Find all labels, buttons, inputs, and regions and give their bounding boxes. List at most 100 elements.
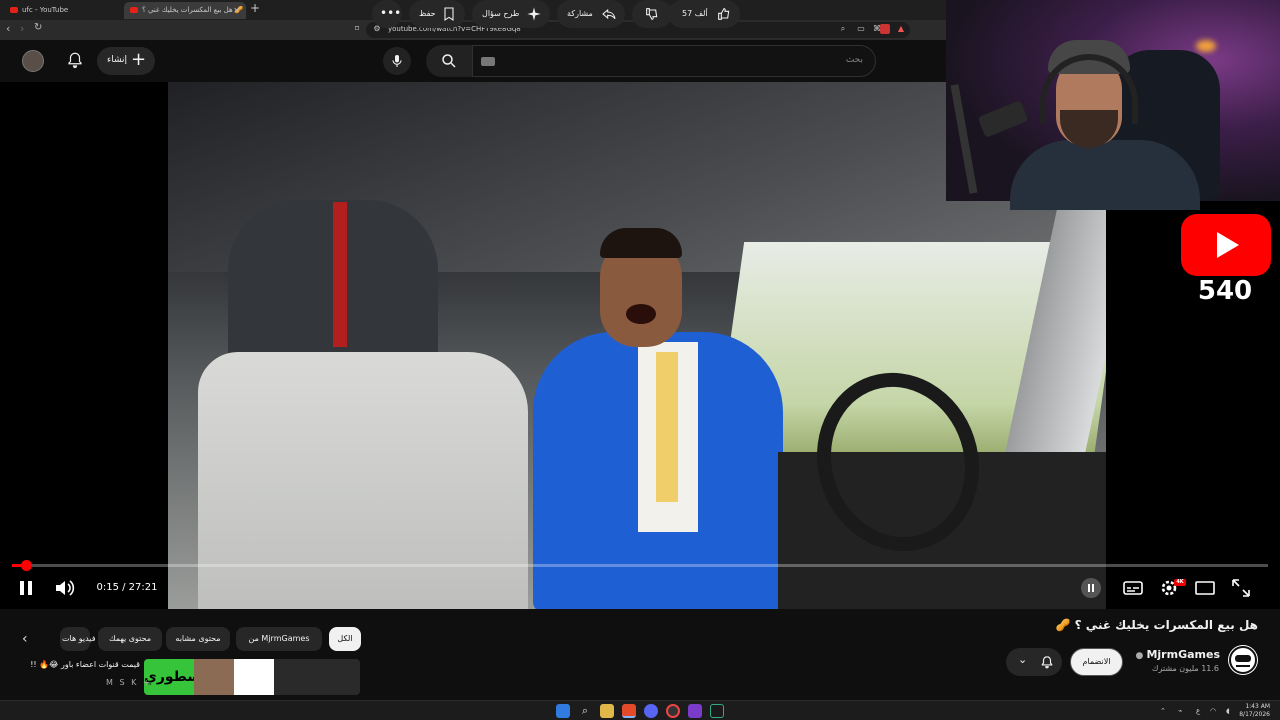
wall-lamp <box>1196 40 1216 52</box>
related-video-channel: M S K + <box>106 678 152 687</box>
account-avatar[interactable] <box>22 50 44 72</box>
dislike-icon <box>646 8 658 20</box>
ask-button[interactable]: طرح سؤال <box>472 0 550 28</box>
video-title: هل بيع المكسرات يخليك غني ؟ 🥜 <box>1055 618 1258 632</box>
share-button[interactable]: مشاركة <box>557 0 625 28</box>
save-label: حفظ <box>419 9 436 18</box>
speaker-icon[interactable]: ◖ <box>1226 707 1230 715</box>
zoom-icon[interactable]: ⌕ <box>838 24 848 34</box>
like-icon[interactable] <box>716 6 732 22</box>
voice-search-button[interactable] <box>383 47 411 75</box>
notifications-bell-icon[interactable] <box>66 51 84 69</box>
chip-similar[interactable]: محتوى مشابه <box>166 627 230 651</box>
tray-chevron-icon[interactable]: ⌃ <box>1160 707 1166 715</box>
share-label: مشاركة <box>567 9 593 18</box>
channel-name[interactable]: ● MjrmGames <box>1135 648 1220 661</box>
like-dislike-group: 57 ألف <box>668 0 740 28</box>
save-button[interactable]: حفظ <box>409 0 465 28</box>
verified-badge-icon: ● <box>1135 651 1147 661</box>
system-clock[interactable]: 1:43 AM 8/17/2026 <box>1239 703 1270 719</box>
tab-label: هل بيع المكسرات يخليك غني ؟ 🥜 - <box>142 6 246 14</box>
subscriber-count: 11.6 مليون مشترك <box>1151 664 1219 673</box>
subscriber-counter: 540 <box>1197 276 1253 306</box>
microphone-icon <box>392 55 402 67</box>
thumb-logo <box>234 659 274 695</box>
ask-label: طرح سؤال <box>482 9 520 18</box>
discord-icon[interactable] <box>644 704 658 718</box>
channel-avatar[interactable] <box>1228 645 1258 675</box>
thumb-legendary-text: اسطوري <box>144 659 206 695</box>
related-video-thumbnail[interactable]: اسطوري <box>144 659 360 695</box>
dislike-button[interactable] <box>632 0 672 28</box>
time-display: 0:15 / 27:21 <box>88 574 166 602</box>
sparkle-icon <box>527 7 541 21</box>
search-button[interactable] <box>426 45 472 77</box>
clock-date: 8/17/2026 <box>1239 711 1270 718</box>
seat-red-stripe <box>333 202 347 347</box>
youtube-favicon-icon <box>10 7 18 13</box>
channel-logo-icon <box>1229 646 1257 674</box>
pause-icon[interactable] <box>17 578 35 598</box>
youtube-logo-icon <box>1181 214 1271 276</box>
keyboard-icon[interactable] <box>481 57 495 66</box>
bell-icon <box>1041 656 1053 669</box>
chip-all[interactable]: الكل <box>329 627 361 651</box>
progress-bar[interactable] <box>12 560 1268 571</box>
address-bar: ‹ › ↻ ⌑ ⚙ youtube.com/watch?v=CHFT9ke8Gq… <box>0 20 946 40</box>
create-button[interactable]: إنشاء + <box>97 47 155 75</box>
brave-shield-icon[interactable] <box>880 24 890 34</box>
tab-current-video[interactable]: هل بيع المكسرات يخليك غني ؟ 🥜 - ✕ <box>124 2 246 19</box>
more-icon: ••• <box>380 6 402 20</box>
chip-videos[interactable]: فيديو هات <box>60 627 96 651</box>
back-icon[interactable]: ‹ <box>6 22 10 35</box>
new-tab-button[interactable]: + <box>250 1 260 15</box>
volume-icon[interactable] <box>54 578 76 598</box>
chip-from-channel[interactable]: من MjrmGames <box>236 627 322 651</box>
theater-mode-icon[interactable] <box>1194 577 1216 599</box>
join-button[interactable]: الانضمام <box>1070 648 1123 676</box>
create-label: إنشاء <box>107 55 128 65</box>
network-icon[interactable]: ⌁ <box>1178 707 1182 715</box>
premiere-icon[interactable] <box>688 704 702 718</box>
related-video-title[interactable]: قيمت قنوات اعضاء باور 😂🔥 !! <box>18 660 140 669</box>
subtitles-icon[interactable] <box>1122 577 1144 599</box>
yellow-tie <box>656 352 678 502</box>
youtube-favicon-icon <box>130 7 138 13</box>
brave-rewards-icon[interactable]: ▲ <box>896 24 906 34</box>
car-seat-base <box>198 352 528 609</box>
thumb-dark-face <box>274 659 360 695</box>
clock-time: 1:43 AM <box>1245 703 1270 710</box>
chip-interest[interactable]: محتوى يهمك <box>98 627 162 651</box>
search-icon[interactable]: ⌕ <box>578 704 592 718</box>
bookmark-icon <box>444 7 454 21</box>
bookmark-icon[interactable]: ⌑ <box>352 24 362 34</box>
close-tab-icon[interactable]: ✕ <box>233 2 240 19</box>
subscribed-dropdown-button[interactable]: ⌄ <box>1006 648 1062 676</box>
windows-start-icon[interactable] <box>556 704 570 718</box>
share-icon <box>602 8 616 20</box>
channel-name-text: MjrmGames <box>1146 648 1220 661</box>
tab-label: ufc - YouTube <box>22 6 69 14</box>
reload-icon[interactable]: ↻ <box>34 22 42 33</box>
chips-scroll-left-icon[interactable]: ‹ <box>22 631 28 647</box>
man-mouth <box>626 304 656 324</box>
search-icon <box>442 54 456 68</box>
forward-icon[interactable]: › <box>20 22 24 35</box>
autoplay-toggle-icon[interactable] <box>1080 577 1102 599</box>
xbox-icon[interactable] <box>710 704 724 718</box>
tab-ufc[interactable]: ufc - YouTube <box>4 2 122 19</box>
wifi-icon[interactable]: ◠ <box>1210 707 1216 715</box>
brave-browser-icon[interactable] <box>622 704 636 718</box>
fullscreen-icon[interactable] <box>1230 577 1252 599</box>
streamer-body <box>1010 140 1200 210</box>
keyboard-language[interactable]: ع <box>1196 707 1200 715</box>
search-input[interactable]: بحث <box>472 45 876 77</box>
file-explorer-icon[interactable] <box>600 704 614 718</box>
more-actions-button[interactable]: ••• <box>372 0 402 28</box>
obs-icon[interactable] <box>666 704 680 718</box>
hd-badge: 4K <box>1174 579 1186 586</box>
cast-icon[interactable]: ▭ <box>856 24 866 34</box>
plus-icon: + <box>131 49 147 70</box>
search-placeholder: بحث <box>845 55 863 65</box>
thumb-face <box>194 659 234 695</box>
